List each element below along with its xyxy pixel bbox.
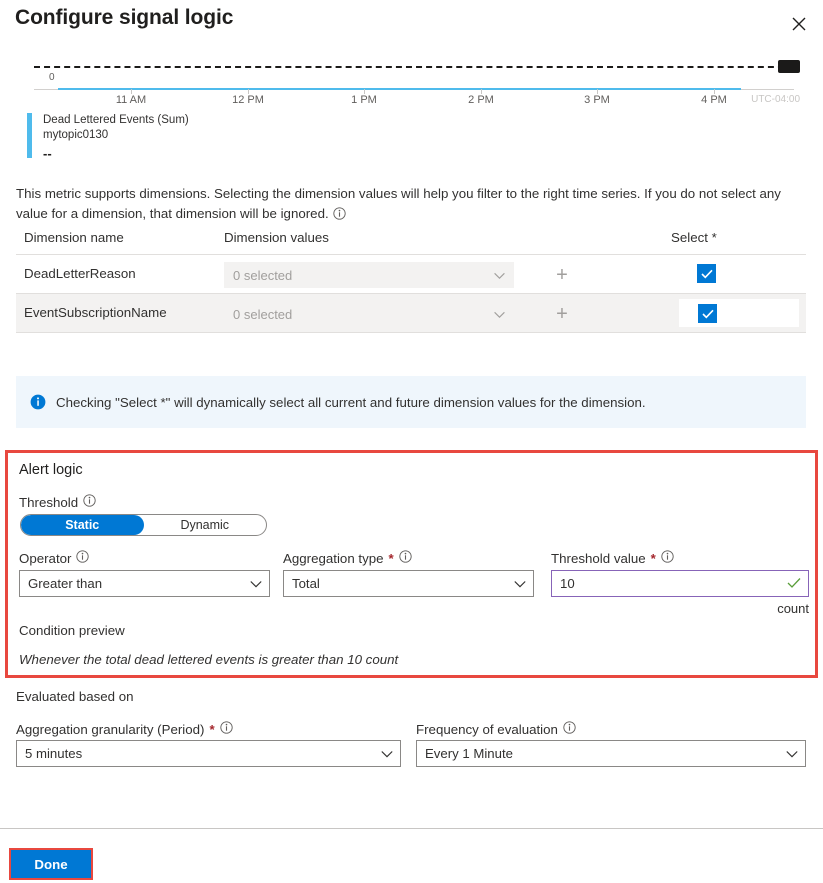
operator-label: Operator	[19, 550, 90, 566]
condition-preview-label: Condition preview	[19, 623, 125, 638]
aggregation-granularity-value: 5 minutes	[25, 746, 83, 761]
frequency-of-evaluation-label: Frequency of evaluation	[416, 721, 576, 737]
operator-select[interactable]: Greater than	[19, 570, 270, 597]
threshold-label: Threshold	[19, 494, 96, 510]
chevron-down-icon	[381, 746, 393, 761]
legend-metric-name: Dead Lettered Events (Sum)	[43, 114, 189, 126]
threshold-type-toggle[interactable]: Static Dynamic	[20, 514, 267, 536]
footer-divider	[0, 828, 823, 829]
chart-legend: Dead Lettered Events (Sum) mytopic0130 -…	[27, 113, 427, 163]
select-all-cell	[679, 260, 799, 288]
table-header-row: Dimension name Dimension values Select *	[16, 230, 806, 255]
info-icon[interactable]	[83, 494, 96, 510]
chevron-down-icon	[514, 576, 526, 591]
threshold-value-label: Threshold value *	[551, 550, 674, 566]
legend-resource-name: mytopic0130	[43, 129, 109, 141]
close-icon[interactable]	[783, 8, 815, 40]
alert-logic-title: Alert logic	[19, 462, 83, 478]
chevron-down-icon	[494, 307, 505, 322]
timezone-label: UTC-04:00	[751, 94, 800, 105]
done-button[interactable]: Done	[11, 850, 91, 878]
operator-value: Greater than	[28, 576, 103, 591]
aggregation-type-label-text: Aggregation type	[283, 550, 384, 566]
done-button-highlight: Done	[9, 848, 93, 880]
chevron-down-icon	[786, 746, 798, 761]
dimension-values-text: 0 selected	[233, 267, 293, 283]
aggregation-type-value: Total	[292, 576, 320, 591]
select-all-cell	[679, 299, 799, 327]
valid-check-icon	[787, 576, 801, 591]
required-marker: *	[388, 550, 394, 566]
info-icon[interactable]	[661, 550, 674, 566]
aggregation-type-label: Aggregation type *	[283, 550, 412, 566]
threshold-type-dynamic[interactable]: Dynamic	[144, 515, 267, 535]
frequency-of-evaluation-label-text: Frequency of evaluation	[416, 721, 558, 737]
x-tick-label: 3 PM	[584, 94, 610, 106]
page-title: Configure signal logic	[15, 6, 234, 29]
select-all-checkbox[interactable]	[697, 264, 716, 283]
required-marker: *	[650, 550, 656, 566]
x-tick-label: 4 PM	[701, 94, 727, 106]
x-axis-ticks: 11 AM 12 PM 1 PM 2 PM 3 PM 4 PM	[22, 89, 800, 109]
plus-icon[interactable]: +	[549, 301, 575, 327]
dialog-header: Configure signal logic	[0, 0, 823, 48]
alert-logic-section: Alert logic Threshold Static Dynamic Ope…	[5, 450, 818, 678]
table-row: DeadLetterReason 0 selected +	[16, 255, 806, 294]
column-header-select: Select *	[671, 230, 717, 245]
plus-icon[interactable]: +	[549, 262, 575, 288]
info-icon[interactable]	[333, 206, 346, 226]
threshold-marker	[778, 60, 800, 73]
dimension-name: DeadLetterReason	[24, 266, 136, 281]
threshold-label-text: Threshold	[19, 494, 79, 510]
chevron-down-icon	[250, 576, 262, 591]
chart-plot: 0	[22, 52, 800, 92]
dimensions-table: Dimension name Dimension values Select *…	[16, 230, 806, 333]
table-row: EventSubscriptionName 0 selected +	[16, 294, 806, 333]
threshold-unit: count	[777, 601, 809, 616]
info-icon[interactable]	[76, 550, 90, 566]
frequency-of-evaluation-select[interactable]: Every 1 Minute	[416, 740, 806, 767]
column-header-dimension-values: Dimension values	[224, 230, 329, 245]
x-tick-label: 12 PM	[232, 94, 264, 106]
dimension-values-dropdown[interactable]: 0 selected	[224, 301, 514, 327]
info-icon[interactable]	[563, 721, 576, 737]
info-banner-text: Checking "Select *" will dynamically sel…	[56, 394, 646, 410]
required-marker: *	[209, 721, 215, 737]
info-icon[interactable]	[220, 721, 233, 737]
x-tick-label: 11 AM	[115, 94, 147, 106]
legend-value: --	[43, 146, 52, 161]
aggregation-granularity-label-text: Aggregation granularity (Period)	[16, 721, 205, 737]
threshold-value-input[interactable]: 10	[551, 570, 809, 597]
threshold-line	[34, 66, 794, 68]
operator-label-text: Operator	[19, 550, 72, 566]
metric-chart: 0 11 AM 12 PM 1 PM 2 PM 3 PM 4 PM UTC-04…	[22, 52, 800, 110]
x-tick-label: 2 PM	[468, 94, 494, 106]
dimensions-description-text: This metric supports dimensions. Selecti…	[16, 186, 781, 221]
dimension-values-text: 0 selected	[233, 306, 293, 322]
chevron-down-icon	[494, 268, 505, 283]
info-icon[interactable]	[399, 550, 412, 566]
dimension-values-dropdown[interactable]: 0 selected	[224, 262, 514, 288]
dimension-name: EventSubscriptionName	[24, 305, 167, 320]
dimensions-description: This metric supports dimensions. Selecti…	[16, 184, 806, 226]
threshold-value-text: 10	[560, 576, 575, 591]
condition-preview-text: Whenever the total dead lettered events …	[19, 652, 399, 667]
info-filled-icon	[30, 394, 46, 410]
y-axis-zero-label: 0	[49, 72, 55, 83]
column-header-dimension-name: Dimension name	[24, 230, 124, 245]
select-all-checkbox[interactable]	[698, 304, 717, 323]
aggregation-type-select[interactable]: Total	[283, 570, 534, 597]
aggregation-granularity-label: Aggregation granularity (Period) *	[16, 721, 233, 737]
frequency-of-evaluation-value: Every 1 Minute	[425, 746, 513, 761]
aggregation-granularity-select[interactable]: 5 minutes	[16, 740, 401, 767]
evaluated-based-on-title: Evaluated based on	[16, 689, 134, 704]
threshold-type-static[interactable]: Static	[21, 515, 144, 535]
x-tick-label: 1 PM	[351, 94, 377, 106]
threshold-value-label-text: Threshold value	[551, 550, 646, 566]
info-banner: Checking "Select *" will dynamically sel…	[16, 376, 806, 428]
legend-color-swatch	[27, 113, 32, 158]
